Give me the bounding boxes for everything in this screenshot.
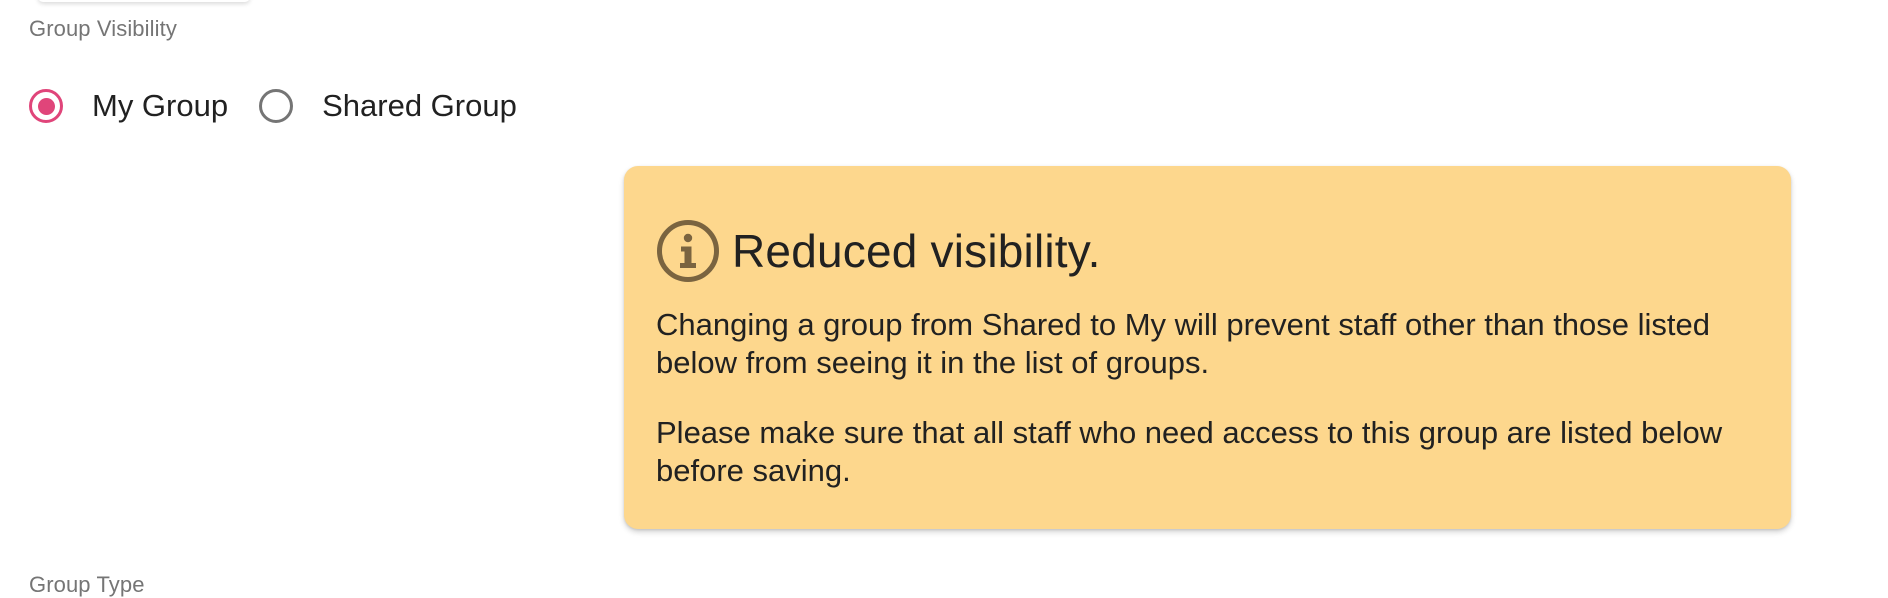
radio-my-group[interactable]: My Group xyxy=(29,82,228,130)
previous-field-bottom-edge xyxy=(38,0,250,2)
alert-paragraph: Please make sure that all staff who need… xyxy=(656,415,1723,488)
radio-checked-icon[interactable] xyxy=(29,89,63,123)
radio-unchecked-icon[interactable] xyxy=(259,89,294,123)
group-type-label: Group Type xyxy=(29,572,145,597)
group-visibility-label: Group Visibility xyxy=(29,16,177,41)
info-icon xyxy=(657,220,719,282)
group-visibility-radio-group: My Group Shared Group xyxy=(29,82,517,130)
alert-title: Reduced visibility. xyxy=(732,225,1101,277)
radio-my-group-label[interactable]: My Group xyxy=(92,88,228,124)
radio-dot xyxy=(37,97,55,115)
radio-shared-group-label[interactable]: Shared Group xyxy=(322,88,517,124)
alert-body: Changing a group from Shared to My will … xyxy=(656,306,1759,490)
reduced-visibility-alert: Reduced visibility. Changing a group fro… xyxy=(624,166,1791,529)
alert-header: Reduced visibility. xyxy=(656,218,1759,284)
radio-shared-group[interactable]: Shared Group xyxy=(259,82,517,130)
alert-paragraph: Changing a group from Shared to My will … xyxy=(656,307,1711,380)
